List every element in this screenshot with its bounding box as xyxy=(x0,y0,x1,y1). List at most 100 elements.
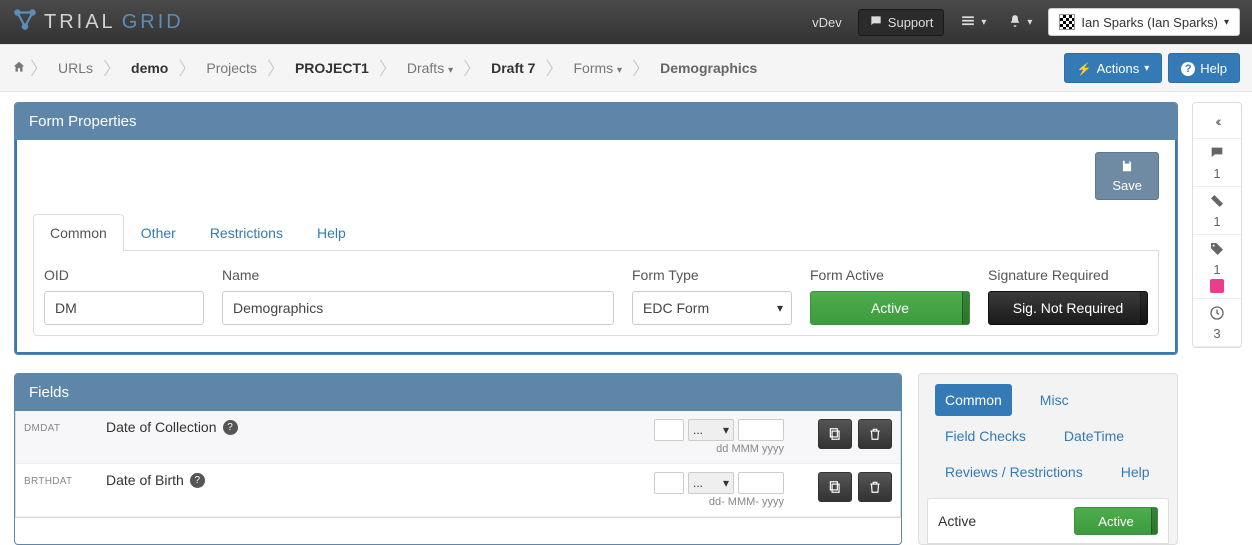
rail-history[interactable]: 3 xyxy=(1193,299,1241,347)
tab-help[interactable]: Help xyxy=(300,214,363,251)
bc-urls[interactable]: URLs xyxy=(52,60,99,76)
home-icon[interactable] xyxy=(12,60,26,77)
floppy-icon xyxy=(1112,159,1142,176)
copy-button[interactable] xyxy=(818,472,852,502)
formactive-toggle[interactable]: Active xyxy=(810,291,970,325)
form-tabs: Common Other Restrictions Help xyxy=(33,214,1159,251)
bc-drafts[interactable]: Drafts ▾ xyxy=(401,60,459,76)
formtype-select[interactable]: EDC Form xyxy=(632,291,792,325)
fr-tab-reviews[interactable]: Reviews / Restrictions xyxy=(935,456,1093,488)
formactive-col: Form Active Active xyxy=(810,267,970,325)
field-label: Date of Birth ? xyxy=(106,472,636,488)
field-date-input: ...▾ dd- MMM- yyyy xyxy=(644,472,784,508)
save-label: Save xyxy=(1112,178,1142,193)
tab-other[interactable]: Other xyxy=(124,214,193,251)
toggle-handle xyxy=(1151,508,1157,534)
form-properties-panel: Form Properties Save Common Other Restri… xyxy=(14,102,1178,355)
breadcrumb-sep: 〉 xyxy=(463,55,481,81)
delete-button[interactable] xyxy=(858,472,892,502)
fr-tab-misc[interactable]: Misc xyxy=(1030,384,1079,416)
actions-button[interactable]: Actions ▾ xyxy=(1064,53,1163,83)
rail-comments-count: 1 xyxy=(1213,166,1220,181)
breadcrumb-sep: 〉 xyxy=(267,55,285,81)
oid-input[interactable] xyxy=(44,291,204,325)
actions-label: Actions xyxy=(1097,61,1140,76)
breadcrumb-sep: 〉 xyxy=(30,55,48,81)
user-menu[interactable]: Ian Sparks (Ian Sparks) ▾ xyxy=(1048,8,1240,36)
bc-projects[interactable]: Projects xyxy=(200,60,263,76)
rail-comments[interactable]: 1 xyxy=(1193,139,1241,187)
bc-forms[interactable]: Forms ▾ xyxy=(567,60,628,76)
field-active-toggle[interactable]: Active xyxy=(1074,507,1158,535)
ticket-icon xyxy=(1209,193,1225,212)
sig-label: Signature Required xyxy=(988,267,1148,283)
caret-down-icon: ▾ xyxy=(448,65,453,76)
rail-tickets[interactable]: 1 xyxy=(1193,187,1241,235)
field-active-label: Active xyxy=(938,513,976,529)
fr-tab-common[interactable]: Common xyxy=(935,384,1012,416)
formtype-label: Form Type xyxy=(632,267,792,283)
help-icon[interactable]: ? xyxy=(223,420,238,435)
fr-tab-fieldchecks[interactable]: Field Checks xyxy=(935,420,1036,452)
rail-history-count: 3 xyxy=(1213,326,1220,341)
form-properties-title: Form Properties xyxy=(15,103,1177,140)
save-button[interactable]: Save xyxy=(1095,152,1159,200)
bc-project1[interactable]: PROJECT1 xyxy=(289,60,375,76)
menu-dropdown[interactable]: ▾ xyxy=(954,10,992,35)
date-year-input[interactable] xyxy=(738,419,784,441)
navbar-right: vDev Support ▾ ▾ Ian Sparks (Ian Sparks)… xyxy=(806,8,1240,36)
date-month-select[interactable]: ...▾ xyxy=(688,472,734,494)
rail-tickets-count: 1 xyxy=(1213,214,1220,229)
rail-tags[interactable]: 1 xyxy=(1193,235,1241,299)
breadcrumb-actions: Actions ▾ Help xyxy=(1064,53,1240,83)
date-day-input[interactable] xyxy=(654,419,684,441)
list-icon xyxy=(960,14,976,31)
bell-icon xyxy=(1008,14,1022,31)
breadcrumb-sep: 〉 xyxy=(632,55,650,81)
field-props-tabs: Common Misc Field Checks DateTime Review… xyxy=(927,384,1169,498)
fr-tab-help[interactable]: Help xyxy=(1111,456,1160,488)
brand-icon xyxy=(12,6,38,38)
bc-demo[interactable]: demo xyxy=(125,60,174,76)
tab-common[interactable]: Common xyxy=(33,214,124,251)
fields-row: Fields DMDAT Date of Collection ? ...▾ xyxy=(14,373,1178,545)
date-month-select[interactable]: ...▾ xyxy=(688,419,734,441)
caret-down-icon: ▾ xyxy=(617,65,622,76)
fields-title: Fields xyxy=(15,374,901,411)
support-button[interactable]: Support xyxy=(858,9,945,36)
field-props-body: Active Active xyxy=(927,498,1169,544)
fr-tab-datetime[interactable]: DateTime xyxy=(1054,420,1134,452)
rail-collapse[interactable]: ‹‹ xyxy=(1193,103,1241,139)
support-label: Support xyxy=(888,15,934,30)
brand-logo[interactable]: TRIALGRID xyxy=(12,6,184,38)
field-label: Date of Collection ? xyxy=(106,419,636,435)
date-day-input[interactable] xyxy=(654,472,684,494)
help-icon xyxy=(1181,60,1195,76)
chevron-left-icon: ‹‹ xyxy=(1215,113,1218,129)
help-icon[interactable]: ? xyxy=(190,473,205,488)
caret-down-icon: ▾ xyxy=(981,17,986,28)
sig-col: Signature Required Sig. Not Required xyxy=(988,267,1148,325)
bc-draft7[interactable]: Draft 7 xyxy=(485,60,541,76)
name-input[interactable] xyxy=(222,291,614,325)
vdev-link[interactable]: vDev xyxy=(806,11,848,34)
tab-restrictions[interactable]: Restrictions xyxy=(193,214,300,251)
caret-down-icon: ▾ xyxy=(723,423,729,437)
notifications-button[interactable]: ▾ xyxy=(1002,10,1038,35)
fields-panel: Fields DMDAT Date of Collection ? ...▾ xyxy=(14,373,902,545)
right-rail: ‹‹ 1 1 1 3 xyxy=(1192,102,1242,348)
help-button[interactable]: Help xyxy=(1168,53,1240,83)
caret-down-icon: ▾ xyxy=(1224,17,1229,28)
date-format: dd MMM yyyy xyxy=(716,443,784,455)
brand-text-left: TRIAL xyxy=(44,11,116,34)
field-row[interactable]: BRTHDAT Date of Birth ? ...▾ dd- MMM- y xyxy=(16,464,900,517)
copy-button[interactable] xyxy=(818,419,852,449)
date-year-input[interactable] xyxy=(738,472,784,494)
caret-down-icon: ▾ xyxy=(723,476,729,490)
signature-toggle[interactable]: Sig. Not Required xyxy=(988,291,1148,325)
oid-col: OID xyxy=(44,267,204,325)
tag-icon xyxy=(1209,241,1225,260)
delete-button[interactable] xyxy=(858,419,892,449)
field-row[interactable]: DMDAT Date of Collection ? ...▾ dd MMM xyxy=(16,411,900,464)
tag-color-badge xyxy=(1210,279,1224,293)
